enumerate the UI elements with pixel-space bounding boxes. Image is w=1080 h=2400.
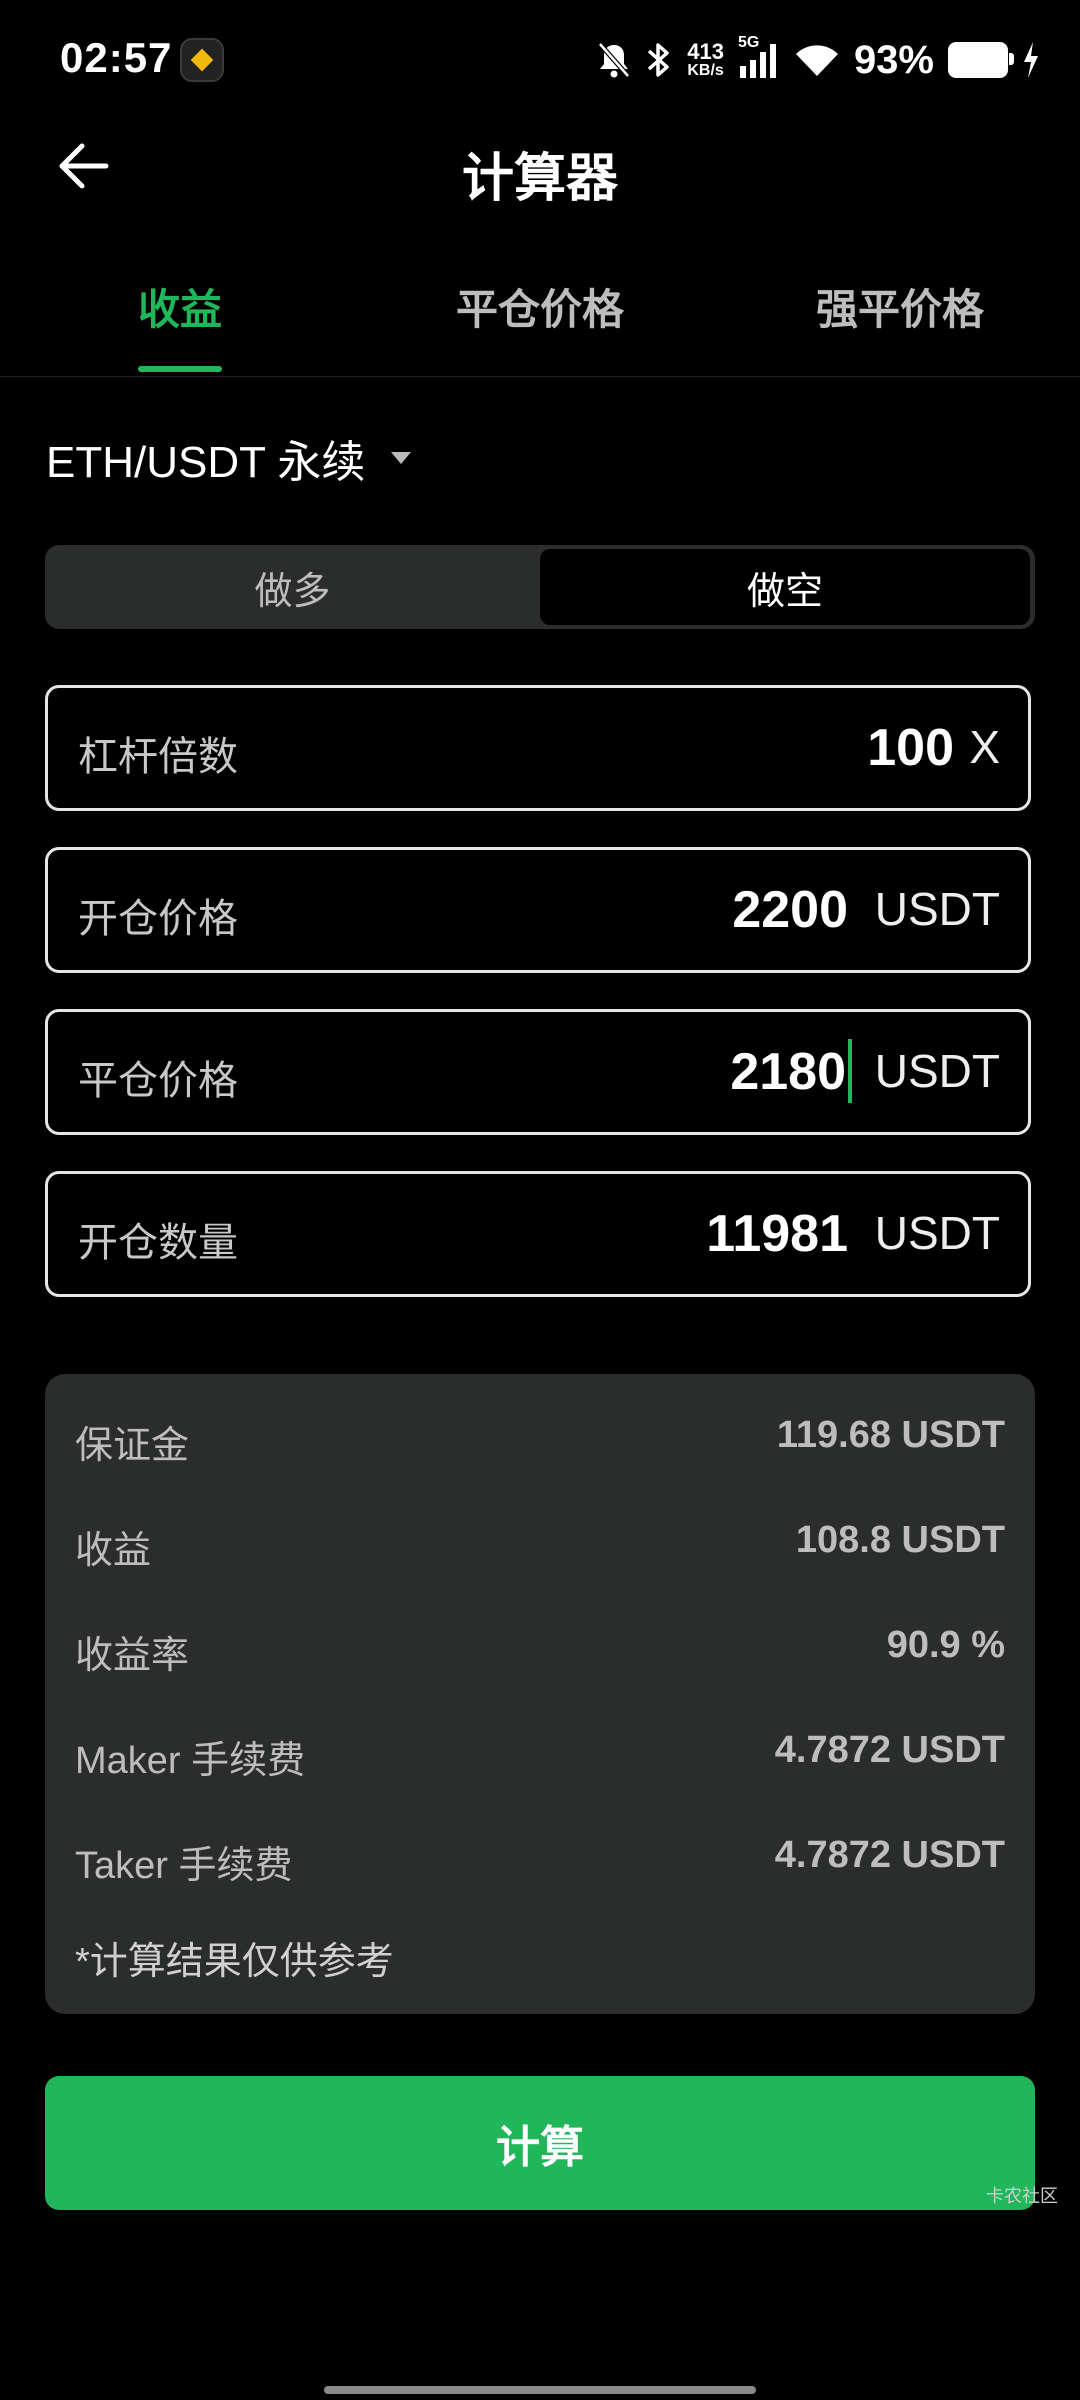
direction-toggle: 做多 做空 [45, 545, 1035, 629]
quantity-unit: USDT [874, 1207, 1000, 1259]
open-price-unit: USDT [874, 883, 1000, 935]
tab-liquidation-price[interactable]: 强平价格 [816, 276, 984, 337]
bluetooth-icon [645, 40, 673, 80]
close-price-unit: USDT [874, 1045, 1000, 1097]
result-key: Maker 手续费 [75, 1740, 306, 1782]
network-speed: 413 KB/s [687, 41, 724, 79]
result-value: 119.68 USDT [776, 1414, 1005, 1456]
pair-selector[interactable]: ETH/USDT 永续 [46, 426, 412, 490]
result-row-margin: 保证金 119.68 USDT [75, 1404, 1005, 1467]
disclaimer-note: *计算结果仅供参考 [75, 1941, 394, 1983]
leverage-input[interactable]: 100 [867, 718, 954, 778]
quantity-input[interactable]: 11981 [706, 1204, 848, 1264]
leverage-field[interactable]: 杠杆倍数 100 X [45, 685, 1031, 811]
leverage-label: 杠杆倍数 [78, 735, 238, 779]
tab-close-price[interactable]: 平仓价格 [456, 276, 624, 337]
result-value: 4.7872 USDT [774, 1729, 1005, 1771]
quantity-label: 开仓数量 [78, 1221, 238, 1265]
net-speed-value: 413 [687, 39, 724, 64]
pair-label: ETH/USDT 永续 [46, 438, 366, 487]
result-key: 收益率 [75, 1635, 190, 1677]
result-row-taker-fee: Taker 手续费 4.7872 USDT [75, 1824, 1005, 1887]
cellular-signal-icon: 5G [738, 34, 780, 80]
result-key: 收益 [75, 1530, 152, 1572]
results-card: 保证金 119.68 USDT 收益 108.8 USDT 收益率 90.9 %… [45, 1374, 1035, 2014]
home-indicator[interactable] [324, 2386, 756, 2394]
network-type: 5G [737, 34, 760, 51]
result-row-maker-fee: Maker 手续费 4.7872 USDT [75, 1719, 1005, 1782]
status-bar: 02:57 413 KB/s 5G 93% [0, 0, 1080, 120]
active-tab-indicator [138, 366, 222, 372]
mute-bell-icon [597, 41, 631, 79]
open-price-field[interactable]: 开仓价格 2200 USDT [45, 847, 1031, 973]
close-price-label: 平仓价格 [78, 1059, 238, 1103]
status-time: 02:57 [60, 34, 173, 81]
long-button[interactable]: 做多 [45, 545, 540, 629]
charging-icon [1022, 42, 1040, 78]
battery-percent: 93% [853, 37, 934, 82]
battery-icon [948, 42, 1014, 78]
tab-bar: 收益 平仓价格 强平价格 [0, 250, 1080, 377]
leverage-unit: X [969, 721, 1000, 773]
open-price-input[interactable]: 2200 [732, 880, 848, 940]
close-price-input[interactable]: 2180 [730, 1043, 846, 1101]
net-speed-unit: KB/s [687, 62, 724, 79]
short-button[interactable]: 做空 [540, 549, 1030, 625]
quantity-field[interactable]: 开仓数量 11981 USDT [45, 1171, 1031, 1297]
close-price-input-wrap[interactable]: 2180 [730, 1039, 852, 1107]
calculate-button[interactable]: 计算 [45, 2076, 1035, 2210]
dropdown-caret-icon [391, 452, 412, 464]
watermark: 卡农社区 [986, 2186, 1058, 2206]
header: 计算器 [0, 120, 1080, 220]
text-cursor [848, 1039, 852, 1104]
result-row-profit: 收益 108.8 USDT [75, 1509, 1005, 1572]
result-value: 90.9 % [886, 1624, 1005, 1666]
open-price-label: 开仓价格 [78, 897, 238, 941]
result-value: 108.8 USDT [795, 1519, 1005, 1561]
page-title: 计算器 [461, 150, 618, 208]
wifi-icon [794, 42, 840, 78]
result-value: 4.7872 USDT [774, 1834, 1005, 1876]
app-notification-icon [180, 38, 224, 82]
close-price-field[interactable]: 平仓价格 2180 USDT [45, 1009, 1031, 1135]
tab-profit[interactable]: 收益 [138, 276, 222, 337]
result-row-profit-rate: 收益率 90.9 % [75, 1614, 1005, 1677]
result-key: Taker 手续费 [75, 1845, 293, 1887]
result-key: 保证金 [75, 1425, 190, 1467]
